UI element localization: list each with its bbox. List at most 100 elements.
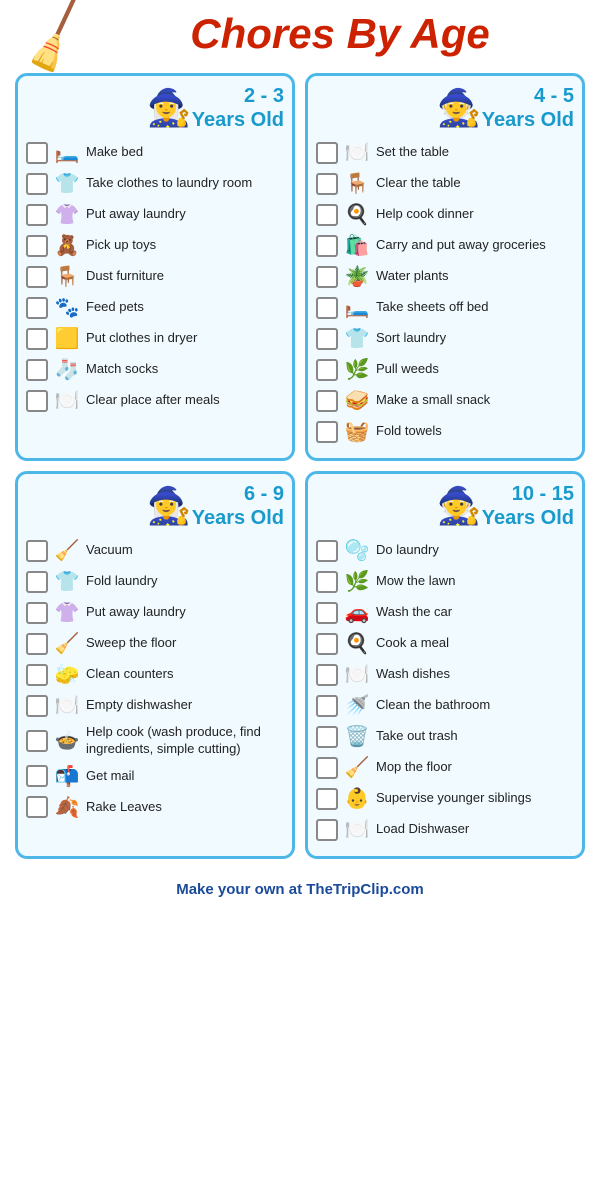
chore-checkbox[interactable] [316, 421, 338, 443]
chore-checkbox[interactable] [316, 664, 338, 686]
chore-icon: 👕 [54, 569, 80, 594]
chore-label: Take clothes to laundry room [86, 175, 252, 192]
chore-checkbox[interactable] [316, 142, 338, 164]
chore-item: 👚Put away laundry [26, 202, 284, 227]
chore-checkbox[interactable] [26, 328, 48, 350]
chore-checkbox[interactable] [26, 297, 48, 319]
chore-checkbox[interactable] [26, 173, 48, 195]
chore-icon: 🧦 [54, 357, 80, 382]
section-header-age-6-9: 🧙‍♀️6 - 9Years Old [26, 482, 284, 530]
chore-checkbox[interactable] [26, 571, 48, 593]
chore-item: 🧸Pick up toys [26, 233, 284, 258]
chore-label: Clear place after meals [86, 392, 220, 409]
chore-item: 🟨Put clothes in dryer [26, 326, 284, 351]
chore-icon: 🥪 [344, 388, 370, 413]
footer: Make your own at TheTripClip.com [0, 869, 600, 906]
age-title: 10 - 15Years Old [482, 482, 574, 530]
chore-item: 🧺Fold towels [316, 419, 574, 444]
section-age-4-5: 🧙4 - 5Years Old🍽️Set the table🪑Clear the… [305, 73, 585, 461]
chore-icon: 🍽️ [344, 817, 370, 842]
chore-icon: 🌿 [344, 357, 370, 382]
witch-icon: 🧙‍♀️ [147, 87, 192, 129]
chore-item: 📬 Get mail [26, 764, 284, 789]
age-title: 2 - 3Years Old [192, 84, 284, 132]
chore-checkbox[interactable] [316, 571, 338, 593]
chore-checkbox[interactable] [316, 235, 338, 257]
chore-icon: 🫧 [344, 538, 370, 563]
chore-checkbox[interactable] [26, 602, 48, 624]
chore-checkbox[interactable] [26, 796, 48, 818]
age-title: 4 - 5Years Old [482, 84, 574, 132]
chore-checkbox[interactable] [26, 266, 48, 288]
chore-label: Get mail [86, 768, 134, 785]
chore-item: 🛏️Make bed [26, 140, 284, 165]
chore-icon: 👚 [54, 600, 80, 625]
chore-label: Help cook (wash produce, find ingredient… [86, 724, 284, 758]
chore-label: Feed pets [86, 299, 144, 316]
chore-checkbox[interactable] [316, 788, 338, 810]
chore-checkbox[interactable] [26, 359, 48, 381]
chore-icon: 📬 [54, 764, 80, 789]
chore-item: 🚿Clean the bathroom [316, 693, 574, 718]
chore-icon: 🍽️ [54, 388, 80, 413]
chore-checkbox[interactable] [316, 173, 338, 195]
chore-checkbox[interactable] [316, 390, 338, 412]
chore-checkbox[interactable] [26, 142, 48, 164]
chore-checkbox[interactable] [316, 328, 338, 350]
chore-item: 👶Supervise younger siblings [316, 786, 574, 811]
chore-checkbox[interactable] [316, 726, 338, 748]
chore-label: Match socks [86, 361, 158, 378]
chore-checkbox[interactable] [316, 359, 338, 381]
chore-checkbox[interactable] [316, 757, 338, 779]
chore-label: Fold towels [376, 423, 442, 440]
chore-checkbox[interactable] [26, 390, 48, 412]
chore-checkbox[interactable] [316, 602, 338, 624]
chore-checkbox[interactable] [316, 633, 338, 655]
chore-checkbox[interactable] [316, 297, 338, 319]
chore-item: 🍽️ Empty dishwasher [26, 693, 284, 718]
chore-icon: 🍂 [54, 795, 80, 820]
chore-icon: 🪑 [344, 171, 370, 196]
chore-label: Make bed [86, 144, 143, 161]
chore-label: Sort laundry [376, 330, 446, 347]
chore-checkbox[interactable] [26, 695, 48, 717]
chore-label: Pull weeds [376, 361, 439, 378]
chore-checkbox[interactable] [316, 540, 338, 562]
section-age-10-15: 🧙10 - 15Years Old🫧Do laundry🌿Mow the law… [305, 471, 585, 859]
chore-checkbox[interactable] [316, 695, 338, 717]
chore-icon: 🧹 [54, 631, 80, 656]
chore-icon: 🚗 [344, 600, 370, 625]
chore-label: Do laundry [376, 542, 439, 559]
chore-label: Vacuum [86, 542, 133, 559]
chore-checkbox[interactable] [26, 540, 48, 562]
chore-label: Help cook dinner [376, 206, 474, 223]
chore-label: Empty dishwasher [86, 697, 192, 714]
chore-label: Mop the floor [376, 759, 452, 776]
chore-label: Put away laundry [86, 604, 186, 621]
chore-checkbox[interactable] [316, 266, 338, 288]
chore-item: 👚 Put away laundry [26, 600, 284, 625]
chore-checkbox[interactable] [26, 730, 48, 752]
chore-item: 👕Fold laundry [26, 569, 284, 594]
chore-icon: 🧽 [54, 662, 80, 687]
chore-item: 🍽️ Clear place after meals [26, 388, 284, 413]
chore-icon: 🍽️ [344, 662, 370, 687]
chore-icon: 🐾 [54, 295, 80, 320]
chore-checkbox[interactable] [26, 235, 48, 257]
chore-checkbox[interactable] [26, 765, 48, 787]
chore-icon: 🍽️ [54, 693, 80, 718]
chore-label: Take sheets off bed [376, 299, 489, 316]
chore-item: 🛍️Carry and put away groceries [316, 233, 574, 258]
section-age-6-9: 🧙‍♀️6 - 9Years Old 🧹 Vacuum 👕Fold laundry 👚 P… [15, 471, 295, 859]
chore-checkbox[interactable] [26, 633, 48, 655]
chore-item: 🧦 Match socks [26, 357, 284, 382]
chore-icon: 🍳 [344, 202, 370, 227]
chore-item: 🍳 Help cook dinner [316, 202, 574, 227]
chore-checkbox[interactable] [316, 204, 338, 226]
chore-checkbox[interactable] [26, 664, 48, 686]
chore-checkbox[interactable] [26, 204, 48, 226]
chore-item: 🍽️Wash dishes [316, 662, 574, 687]
footer-text: Make your own at TheTripClip.com [176, 881, 424, 898]
chore-checkbox[interactable] [316, 819, 338, 841]
chore-label: Water plants [376, 268, 449, 285]
